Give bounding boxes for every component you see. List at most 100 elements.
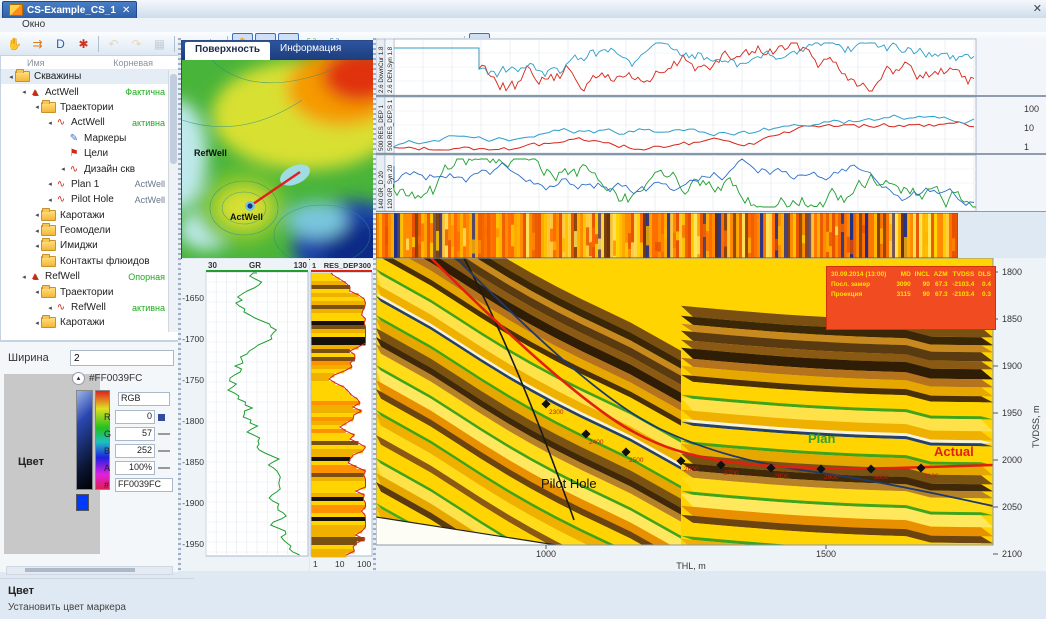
export-arrows-icon[interactable]: ⇉ xyxy=(27,33,48,54)
expander-icon[interactable]: ◂ xyxy=(46,304,54,312)
expander-icon[interactable]: ◂ xyxy=(20,88,28,96)
md-marker-label: 2300 xyxy=(549,409,564,416)
collapse-icon[interactable]: ▴ xyxy=(72,372,85,385)
tree-item-refwell[interactable]: ◂▲RefWellОпорная xyxy=(1,269,179,284)
tree-item-label: Pilot Hole xyxy=(71,194,114,205)
gr-depth-track[interactable]: 30GR130-1650-1700-1750-1800-1850-1900-19… xyxy=(181,259,309,571)
channel-row-b: B252 xyxy=(104,444,170,458)
document-tab[interactable]: CS-Example_CS_1 ✕ xyxy=(2,1,137,19)
expander-icon[interactable]: ◂ xyxy=(46,196,54,204)
channel-row-#: #FF0039FC xyxy=(104,478,173,492)
tooltip-cell: 67.3 xyxy=(931,279,949,289)
tree-item-скважины[interactable]: ◂ Скважины xyxy=(1,69,179,84)
tree-item-plan-1[interactable]: ◂∿Plan 1ActWell xyxy=(1,177,179,192)
color-gradient-picker[interactable] xyxy=(76,390,93,490)
tree-item-label: Каротажи xyxy=(60,210,105,221)
expander-icon[interactable]: ◂ xyxy=(33,288,41,296)
track-scale-label: 120 GR_Syn 20 xyxy=(387,164,394,209)
res-scale-tick: 1 xyxy=(1024,142,1029,152)
channel-value-#[interactable]: FF0039FC xyxy=(115,478,173,492)
tooltip-cell: INCL xyxy=(912,269,931,279)
thl-axis-label: THL, m xyxy=(676,561,706,571)
image-log-strip[interactable] xyxy=(376,213,958,258)
tree-item-label: RefWell xyxy=(45,271,80,282)
channel-value-b[interactable]: 252 xyxy=(115,444,155,458)
correlation-tracks[interactable]: 2.6 DownCur 1.82.6 DEN,Syn 1.8500 RES_DE… xyxy=(376,38,1046,212)
tooltip-cell: 0.3 xyxy=(975,289,992,299)
width-input[interactable] xyxy=(70,350,174,366)
folder-icon xyxy=(41,287,56,298)
tree-item-label: RefWell xyxy=(71,302,106,313)
color-mode-select[interactable]: RGB xyxy=(118,392,170,406)
tooltip-cell: 67.3 xyxy=(931,289,949,299)
undo-icon[interactable]: ↶ xyxy=(103,33,124,54)
tvdss-axis-label: TVDSS, m xyxy=(1031,405,1041,448)
tab-close-icon[interactable]: ✕ xyxy=(122,5,130,16)
expander-icon[interactable]: ◂ xyxy=(33,227,41,235)
tree-item-цели[interactable]: ⚑Цели xyxy=(1,146,179,161)
tvdss-tick: 1950 xyxy=(1002,408,1022,418)
data-table-icon[interactable]: D xyxy=(50,33,71,54)
expander-icon[interactable]: ◂ xyxy=(7,73,15,81)
redo-icon[interactable]: ↷ xyxy=(126,33,147,54)
tree-item-refwell[interactable]: ◂∿RefWellактивна xyxy=(1,300,179,315)
tooltip-cell: Посл. замер xyxy=(830,279,894,289)
tree-item-каротажи[interactable]: ◂ Каротажи xyxy=(1,208,179,223)
expander-icon[interactable]: ◂ xyxy=(33,103,41,111)
tooltip-cell: 0.4 xyxy=(975,279,992,289)
res-axis-tick: 100 xyxy=(357,559,371,569)
traj-icon: ∿ xyxy=(54,117,68,128)
color-hex-header: #FF0039FC xyxy=(89,373,142,384)
res-header: 300 xyxy=(359,261,371,270)
tab-information[interactable]: Информация xyxy=(270,41,351,60)
window-close-icon[interactable]: ✕ xyxy=(1033,2,1042,15)
expander-icon[interactable]: ◂ xyxy=(20,273,28,281)
expander-icon[interactable]: ◂ xyxy=(33,319,41,327)
tree-item-label: Скважины xyxy=(34,71,81,82)
grid-icon[interactable]: ▦ xyxy=(149,33,170,54)
depth-tick: -1900 xyxy=(182,498,204,508)
delete-icon[interactable]: ✱ xyxy=(73,33,94,54)
folder-icon xyxy=(41,102,56,113)
traj-icon: ∿ xyxy=(54,302,68,313)
expander-icon[interactable]: ◂ xyxy=(33,211,41,219)
expander-icon[interactable]: ◂ xyxy=(33,242,41,250)
tree-item-pilot-hole[interactable]: ◂∿Pilot HoleActWell xyxy=(1,192,179,207)
channel-row-r: R0 xyxy=(104,410,165,424)
channel-row-a: A100% xyxy=(104,461,170,475)
res-scale-tick: 10 xyxy=(1024,123,1034,133)
tree-item-геомодели[interactable]: ◂Геомодели xyxy=(1,223,179,238)
surface-map[interactable]: ActWell RefWell xyxy=(182,60,374,258)
tree-item-label: Цели xyxy=(84,148,108,159)
tree-item-actwell[interactable]: ◂▲ActWellФактична xyxy=(1,84,179,99)
channel-value-g[interactable]: 57 xyxy=(115,427,155,441)
tree-item-контакты-флюидов[interactable]: Контакты флюидов xyxy=(1,254,179,269)
channel-value-a[interactable]: 100% xyxy=(115,461,155,475)
tab-surface[interactable]: Поверхность xyxy=(185,42,270,60)
channel-value-r[interactable]: 0 xyxy=(115,410,155,424)
expander-icon[interactable]: ◂ xyxy=(59,165,67,173)
tree-item-траектории[interactable]: ◂Траектории xyxy=(1,284,179,299)
tree-item-label: Дизайн скв xyxy=(84,164,135,175)
expander-icon[interactable]: ◂ xyxy=(46,180,54,188)
tree-item-label: Контакты флюидов xyxy=(60,256,150,267)
survey-tooltip: 30.09.2014 (13:00)MDINCLAZMTVDSSDLSПосл.… xyxy=(826,266,996,330)
tree-item-маркеры[interactable]: ✎Маркеры xyxy=(1,131,179,146)
expander-icon[interactable]: ◂ xyxy=(46,119,54,127)
res-depth-track[interactable]: 1RES_DEP300110100 xyxy=(310,259,373,571)
tree-item-каротажи[interactable]: ◂Каротажи xyxy=(1,315,179,330)
tree-item-дизайн-скв[interactable]: ◂∿Дизайн скв xyxy=(1,161,179,176)
tree-scrollbar[interactable] xyxy=(168,70,178,332)
marker-properties-panel: Ширина Цвет ▴ #FF0039FC RGB R0G57B252A10… xyxy=(0,341,178,572)
md-marker-label: 3000 xyxy=(874,474,889,481)
menu-window[interactable]: Окно xyxy=(22,19,45,30)
tree-item-траектории[interactable]: ◂Траектории xyxy=(1,100,179,115)
tree-item-actwell[interactable]: ◂∿ActWellактивна xyxy=(1,115,179,130)
traj-icon: ∿ xyxy=(67,164,81,175)
open-hand-icon[interactable]: ✋ xyxy=(4,33,25,54)
tree-item-имиджи[interactable]: ◂Имиджи xyxy=(1,238,179,253)
tab-bar: CS-Example_CS_1 ✕ ✕ xyxy=(0,0,1046,19)
tree-item-badge: ActWell xyxy=(135,195,165,205)
footer-title: Цвет xyxy=(8,585,186,597)
map-actwell-label: ActWell xyxy=(230,212,263,222)
